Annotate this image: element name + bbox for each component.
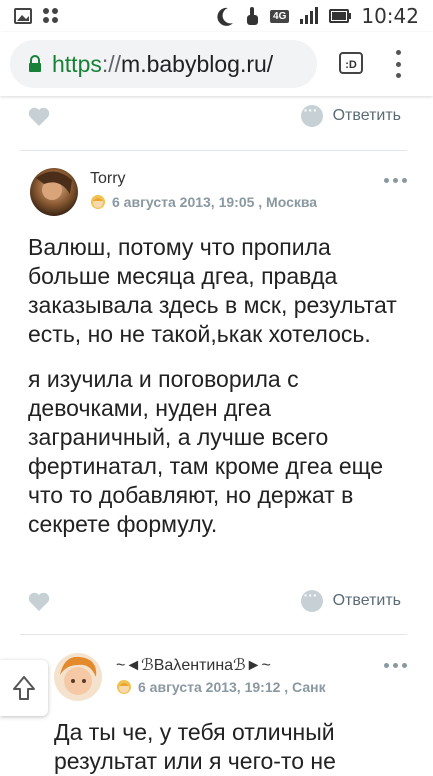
more-dot (384, 663, 389, 668)
baby-icon (117, 680, 131, 694)
heart-icon[interactable] (28, 592, 50, 612)
chat-bubble-icon (300, 102, 323, 127)
comment-actions-previous: Ответить (0, 97, 433, 137)
image-icon (14, 8, 32, 24)
browser-toolbar: https://m.babyblog.ru/ :D (0, 32, 433, 96)
more-dot (393, 178, 398, 183)
url-separator: :// (101, 50, 122, 77)
browser-menu-button[interactable] (393, 50, 403, 78)
chat-bubble-icon (300, 587, 323, 612)
comment-body: Да ты че, у тебя отличный результат или … (54, 718, 414, 776)
address-bar[interactable]: https://m.babyblog.ru/ (10, 40, 317, 88)
comment-date-location: 6 августа 2013, 19:12 , Санк (138, 679, 326, 695)
tabs-button[interactable]: :D (339, 52, 363, 74)
comment-header: ~◄ℬВаλентинаℬ►~ 6 августа 2013, 19:12 , … (0, 653, 433, 713)
battery-icon (329, 9, 352, 23)
avatar[interactable] (54, 653, 102, 701)
more-dot (402, 178, 407, 183)
divider (20, 634, 407, 635)
comment-paragraph: Да ты че, у тебя отличный результат или … (54, 719, 336, 774)
url-scheme: https (52, 50, 102, 77)
comment-paragraph: Валюш, потому что пропила больше месяца … (28, 234, 397, 347)
moon-icon (217, 7, 234, 26)
menu-dot (395, 50, 401, 55)
clock: 10:42 (361, 4, 419, 28)
menu-dot (395, 61, 401, 67)
arrow-up-icon (13, 676, 35, 700)
touch-icon (247, 7, 259, 25)
reply-button[interactable]: Ответить (300, 102, 401, 127)
more-dot (402, 663, 407, 668)
more-dot (393, 663, 398, 668)
menu-dot (395, 73, 401, 78)
comment-paragraph: я изучила и поговорила с девочками, нуде… (28, 366, 384, 537)
network-type: 4G (270, 9, 290, 23)
more-options-button[interactable] (384, 178, 407, 183)
avatar[interactable] (30, 168, 78, 216)
comment-body: Валюш, потому что пропила больше месяца … (28, 233, 413, 539)
reply-button[interactable]: Ответить (300, 587, 401, 612)
dots-grid-icon (43, 8, 58, 23)
reply-label: Ответить (332, 592, 401, 609)
more-options-button[interactable] (384, 663, 407, 668)
divider (20, 150, 407, 151)
lock-icon (29, 55, 41, 72)
notification-icons (14, 7, 60, 25)
more-dot (384, 178, 389, 183)
comment-date-location: 6 августа 2013, 19:05 , Москва (112, 194, 318, 210)
signal-icon (300, 7, 319, 24)
comment-actions: Ответить (0, 582, 433, 622)
heart-icon[interactable] (28, 107, 50, 127)
url-host: m.babyblog.ru/ (121, 50, 274, 77)
baby-icon (91, 195, 105, 209)
scroll-to-top-button[interactable] (0, 660, 48, 716)
author-name[interactable]: ~◄ℬВаλентинаℬ►~ (116, 655, 271, 675)
status-bar: 4G 10:42 (0, 0, 433, 32)
comment-header: Torry 6 августа 2013, 19:05 , Москва (0, 168, 433, 228)
comment-meta: 6 августа 2013, 19:12 , Санк (116, 679, 326, 695)
author-name[interactable]: Torry (90, 170, 126, 188)
comment-meta: 6 августа 2013, 19:05 , Москва (90, 194, 317, 210)
reply-label: Ответить (332, 107, 401, 124)
system-icons: 4G 10:42 (216, 4, 419, 28)
